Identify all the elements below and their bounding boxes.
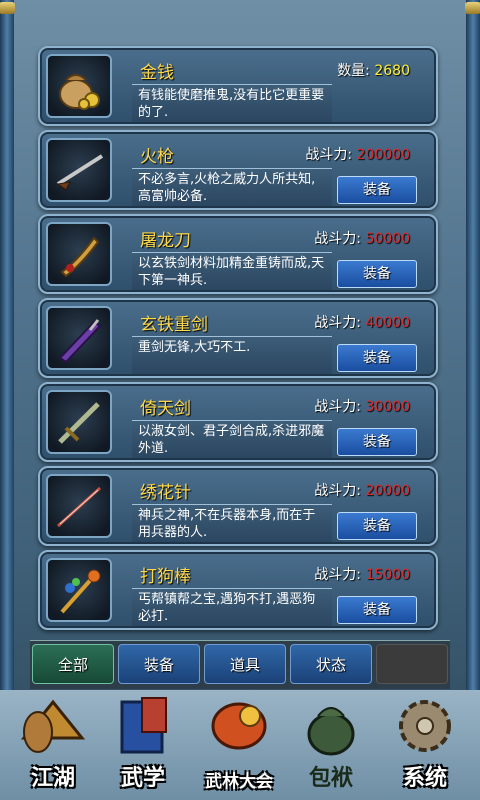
item-name: 倚天剑 [140,399,191,419]
item-description: 以淑女剑、君子剑合成,杀进邪魔外道. [132,420,332,458]
equip-button[interactable]: 装备 [337,344,417,372]
nav-martial-button[interactable]: 武学 [100,692,186,796]
nav-tournament-button[interactable]: 武林大会 [196,692,282,796]
equip-button[interactable]: 装备 [337,428,417,456]
inventory-item-needle[interactable]: 绣花针 战斗力: 20000 神兵之神,不在兵器本身,而在于用兵器的人. 装备 [38,466,438,546]
item-stat: 战斗力: 30000 [314,396,410,416]
stat-value: 50000 [365,231,410,247]
stat-label: 战斗力: [314,483,361,499]
item-name: 火枪 [140,147,174,167]
inventory-item-heavy-sword[interactable]: 玄铁重剑 战斗力: 40000 重剑无锋,大巧不工. 装备 [38,298,438,378]
tab-all[interactable]: 全部 [32,644,114,684]
item-stat: 战斗力: 15000 [314,564,410,584]
settings-gear-icon [399,700,451,752]
item-name: 打狗棒 [140,567,191,587]
stat-value: 30000 [365,399,410,415]
equip-button[interactable]: 装备 [337,512,417,540]
dog-stick-icon [46,558,112,622]
item-description: 不必多言,火枪之威力人所共知,高富帅必备. [132,168,332,206]
inventory-item-heaven-sword[interactable]: 倚天剑 战斗力: 30000 以淑女剑、君子剑合成,杀进邪魔外道. 装备 [38,382,438,462]
stat-label: 战斗力: [314,231,361,247]
tab-status[interactable]: 状态 [290,644,372,684]
equip-button[interactable]: 装备 [337,260,417,288]
left-scroll-rod [0,0,15,800]
martial-book-icon [120,697,167,754]
money-bag-icon [46,54,112,118]
stat-label: 战斗力: [314,567,361,583]
nav-label: 江湖 [30,765,75,791]
needle-icon [46,474,112,538]
bottom-navigation: 江湖 武学 武林大会 包袱 系统 [0,690,480,800]
item-description: 重剑无锋,大巧不工. [132,336,332,374]
tab-items[interactable]: 道具 [204,644,286,684]
item-description: 神兵之神,不在兵器本身,而在于用兵器的人. [132,504,332,542]
dragon-saber-icon [46,222,112,286]
stat-value: 40000 [365,315,410,331]
nav-bundle-button[interactable]: 包袱 [288,692,374,796]
tab-empty-slot [376,644,448,684]
rod-cap [0,2,15,14]
stat-value: 200000 [356,147,410,163]
stat-label: 数量: [337,63,370,79]
inventory-item-dragon-saber[interactable]: 屠龙刀 战斗力: 50000 以玄铁剑材料加精金重铸而成,天下第一神兵. 装备 [38,214,438,294]
category-tab-bar: 全部 装备 道具 状态 [30,640,450,689]
item-description: 以玄铁剑材料加精金重铸而成,天下第一神兵. [132,252,332,290]
item-stat: 数量: 2680 [337,60,410,80]
heaven-sword-icon [46,390,112,454]
item-name: 金钱 [140,63,174,83]
item-description: 丐帮镇帮之宝,遇狗不打,遇恶狗必打. [132,588,332,626]
item-name: 屠龙刀 [140,231,191,251]
heavy-sword-icon [46,306,112,370]
nav-jianghu-button[interactable]: 江湖 [10,692,96,796]
inventory-item-musket[interactable]: 火枪 战斗力: 200000 不必多言,火枪之威力人所共知,高富帅必备. 装备 [38,130,438,210]
rod-cap [465,2,480,14]
stat-value: 20000 [365,483,410,499]
item-stat: 战斗力: 20000 [314,480,410,500]
equip-button[interactable]: 装备 [337,176,417,204]
musket-icon [46,138,112,202]
bundle-sack-icon [307,707,355,756]
nav-label: 包袱 [308,765,353,791]
stat-label: 战斗力: [314,399,361,415]
nav-label: 武林大会 [205,772,273,792]
item-stat: 战斗力: 200000 [305,144,410,164]
tab-equipment[interactable]: 装备 [118,644,200,684]
nav-label: 系统 [402,765,447,791]
nav-system-button[interactable]: 系统 [382,692,468,796]
item-stat: 战斗力: 40000 [314,312,410,332]
stat-label: 战斗力: [305,147,353,163]
item-name: 绣花针 [140,483,191,503]
right-scroll-rod [465,0,480,800]
inventory-item-dog-stick[interactable]: 打狗棒 战斗力: 15000 丐帮镇帮之宝,遇狗不打,遇恶狗必打. 装备 [38,550,438,630]
stat-label: 战斗力: [314,315,361,331]
item-description: 有钱能使磨推鬼,没有比它更重要的了. [132,84,332,122]
stat-value: 15000 [365,567,410,583]
equip-button[interactable]: 装备 [337,596,417,624]
item-name: 玄铁重剑 [140,315,208,335]
nav-label: 武学 [120,765,165,791]
jianghu-hat-icon [20,699,86,753]
stat-value: 2680 [374,63,410,79]
item-stat: 战斗力: 50000 [314,228,410,248]
tournament-drum-icon [211,702,267,750]
inventory-item-money[interactable]: 金钱 数量: 2680 有钱能使磨推鬼,没有比它更重要的了. [38,46,438,126]
